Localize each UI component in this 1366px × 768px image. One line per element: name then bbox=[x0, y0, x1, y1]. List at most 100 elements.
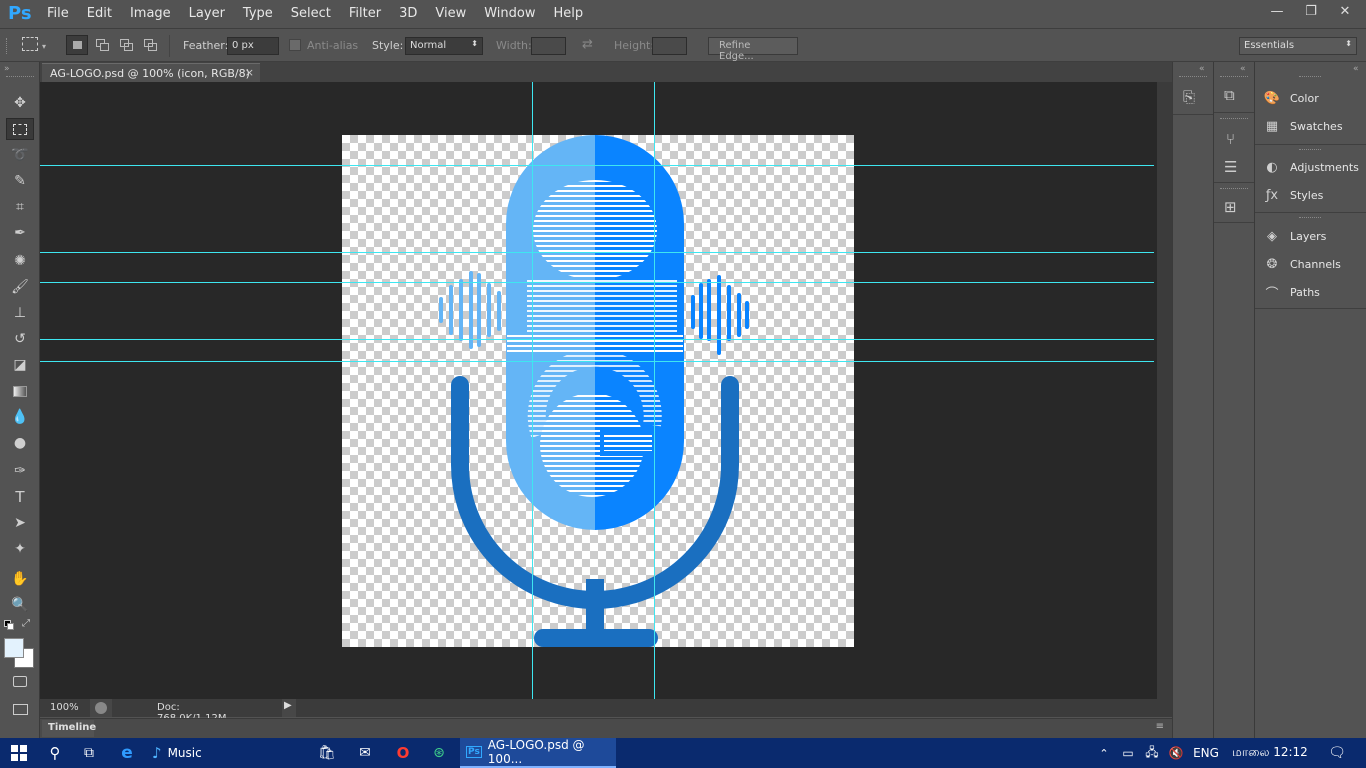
mail-icon[interactable]: ✉ bbox=[350, 738, 380, 768]
status-menu-arrow-icon[interactable]: ▶ bbox=[284, 700, 296, 716]
type-tool-icon[interactable]: T bbox=[6, 486, 34, 508]
menu-view[interactable]: View bbox=[426, 6, 475, 21]
feather-input[interactable]: 0 px bbox=[227, 37, 279, 55]
windows-start-icon[interactable] bbox=[0, 738, 38, 768]
panel-color[interactable]: 🎨 Color bbox=[1263, 87, 1319, 109]
volume-muted-icon[interactable]: 🔇 bbox=[1166, 738, 1186, 768]
panel-paths[interactable]: ⌒ Paths bbox=[1263, 281, 1319, 303]
rect-marquee-preset-icon[interactable] bbox=[22, 37, 38, 51]
info-icon[interactable]: ⊞ bbox=[1224, 198, 1237, 216]
battery-icon[interactable]: ▭ bbox=[1118, 738, 1138, 768]
pen-tool-icon[interactable]: ✑ bbox=[6, 460, 34, 482]
eraser-tool-icon[interactable]: ◪ bbox=[6, 354, 34, 376]
menu-edit[interactable]: Edit bbox=[78, 6, 121, 21]
notification-center-icon[interactable]: 🗨 bbox=[1322, 738, 1352, 768]
collapse-icon[interactable]: « bbox=[1353, 64, 1359, 74]
minimize-button[interactable]: — bbox=[1260, 0, 1294, 22]
show-hidden-icons-icon[interactable]: ⌃ bbox=[1094, 738, 1114, 768]
move-tool-icon[interactable]: ✥ bbox=[6, 92, 34, 114]
task-view-icon[interactable]: ⧉ bbox=[74, 738, 104, 768]
vertical-guide[interactable] bbox=[654, 82, 655, 699]
marquee-tool-icon[interactable] bbox=[6, 118, 34, 140]
timeline-panel-tab[interactable]: Timeline ≡ bbox=[40, 718, 1172, 738]
subtract-selection-icon[interactable] bbox=[118, 37, 134, 53]
menu-help[interactable]: Help bbox=[545, 6, 593, 21]
eyedropper-tool-icon[interactable]: ✒ bbox=[6, 222, 34, 244]
hand-tool-icon[interactable]: ✋ bbox=[6, 568, 34, 590]
history-icon[interactable]: ⎘ bbox=[1183, 88, 1195, 106]
network-app-icon[interactable]: ⊛ bbox=[424, 738, 454, 768]
height-input[interactable] bbox=[652, 37, 687, 55]
brush-presets-icon[interactable]: ⑂ bbox=[1226, 130, 1235, 148]
workspace-select[interactable]: Essentials ⬍ bbox=[1239, 37, 1357, 55]
menu-file[interactable]: File bbox=[38, 6, 78, 21]
panel-adjustments[interactable]: ◐ Adjustments bbox=[1263, 156, 1359, 178]
antialias-checkbox[interactable] bbox=[289, 39, 301, 51]
brush-tool-icon[interactable]: 🖌 bbox=[6, 276, 34, 298]
vertical-scrollbar[interactable] bbox=[1157, 82, 1172, 699]
foreground-color-swatch[interactable] bbox=[4, 638, 24, 658]
preset-dropdown-icon[interactable]: ▾ bbox=[42, 42, 46, 51]
panel-menu-icon[interactable]: ≡ bbox=[1156, 721, 1164, 732]
horizontal-guide[interactable] bbox=[40, 165, 1154, 166]
panel-swatches[interactable]: ▦ Swatches bbox=[1263, 115, 1343, 137]
add-selection-icon[interactable] bbox=[94, 37, 110, 53]
opera-icon[interactable]: O bbox=[388, 738, 418, 768]
timeline-label[interactable]: Timeline bbox=[42, 720, 96, 737]
crop-tool-icon[interactable]: ⌗ bbox=[6, 196, 34, 218]
collapse-icon[interactable]: » bbox=[4, 64, 10, 74]
menu-filter[interactable]: Filter bbox=[340, 6, 390, 21]
network-icon[interactable]: 🖧 bbox=[1142, 738, 1162, 768]
quick-select-tool-icon[interactable]: ✎ bbox=[6, 170, 34, 192]
horizontal-scrollbar[interactable] bbox=[296, 699, 1172, 717]
status-info-icon[interactable] bbox=[95, 702, 107, 714]
3d-icon[interactable]: ⧉ bbox=[1224, 86, 1235, 104]
path-selection-tool-icon[interactable]: ➤ bbox=[6, 512, 34, 534]
custom-shape-tool-icon[interactable]: ✦ bbox=[6, 538, 34, 560]
new-selection-icon[interactable] bbox=[66, 35, 88, 55]
taskbar-music[interactable]: ♪ Music bbox=[152, 738, 220, 768]
restore-button[interactable]: ❐ bbox=[1294, 0, 1328, 22]
history-brush-tool-icon[interactable]: ↺ bbox=[6, 328, 34, 350]
menu-select[interactable]: Select bbox=[282, 6, 340, 21]
properties-icon[interactable]: ☰ bbox=[1224, 158, 1237, 176]
healing-brush-tool-icon[interactable]: ✺ bbox=[6, 250, 34, 272]
dodge-tool-icon[interactable]: ● bbox=[6, 432, 34, 454]
document-canvas[interactable] bbox=[342, 135, 854, 647]
store-icon[interactable]: 🛍 bbox=[312, 738, 342, 768]
vertical-guide[interactable] bbox=[532, 82, 533, 699]
default-colors-icon[interactable] bbox=[4, 620, 14, 630]
panel-styles[interactable]: ƒx Styles bbox=[1263, 184, 1324, 206]
quick-mask-icon[interactable] bbox=[6, 670, 34, 692]
collapse-icon[interactable]: « bbox=[1240, 64, 1246, 74]
screen-mode-icon[interactable] bbox=[6, 698, 34, 720]
menu-type[interactable]: Type bbox=[234, 6, 282, 21]
clock[interactable]: மாலை 12:12 bbox=[1228, 738, 1312, 768]
horizontal-guide[interactable] bbox=[40, 361, 1154, 362]
blur-tool-icon[interactable]: 💧 bbox=[6, 406, 34, 428]
panel-channels[interactable]: ❂ Channels bbox=[1263, 253, 1341, 275]
gradient-tool-icon[interactable] bbox=[6, 380, 34, 402]
language-indicator[interactable]: ENG bbox=[1192, 738, 1220, 768]
width-input[interactable] bbox=[531, 37, 566, 55]
close-tab-icon[interactable]: × bbox=[245, 66, 254, 79]
collapse-icon[interactable]: « bbox=[1199, 64, 1205, 74]
search-icon[interactable]: ⚲ bbox=[40, 738, 70, 768]
horizontal-guide[interactable] bbox=[40, 252, 1154, 253]
lasso-tool-icon[interactable]: ➰ bbox=[6, 144, 34, 166]
zoom-tool-icon[interactable]: 🔍 bbox=[6, 594, 34, 616]
zoom-level-field[interactable]: 100% bbox=[40, 699, 90, 717]
taskbar-photoshop-active[interactable]: Ps AG-LOGO.psd @ 100... bbox=[460, 738, 616, 768]
menu-window[interactable]: Window bbox=[475, 6, 544, 21]
menu-3d[interactable]: 3D bbox=[390, 6, 426, 21]
refine-edge-button[interactable]: Refine Edge... bbox=[708, 37, 798, 62]
clone-stamp-tool-icon[interactable]: ⊥ bbox=[6, 302, 34, 324]
document-tab[interactable]: AG-LOGO.psd @ 100% (icon, RGB/8) × bbox=[42, 63, 260, 82]
close-window-button[interactable]: ✕ bbox=[1328, 0, 1362, 22]
edge-browser-icon[interactable]: e bbox=[112, 738, 142, 768]
horizontal-guide[interactable] bbox=[40, 282, 1154, 283]
menu-image[interactable]: Image bbox=[121, 6, 180, 21]
intersect-selection-icon[interactable] bbox=[142, 37, 158, 53]
swap-colors-icon[interactable]: ⤢ bbox=[22, 618, 30, 629]
panel-layers[interactable]: ◈ Layers bbox=[1263, 225, 1326, 247]
